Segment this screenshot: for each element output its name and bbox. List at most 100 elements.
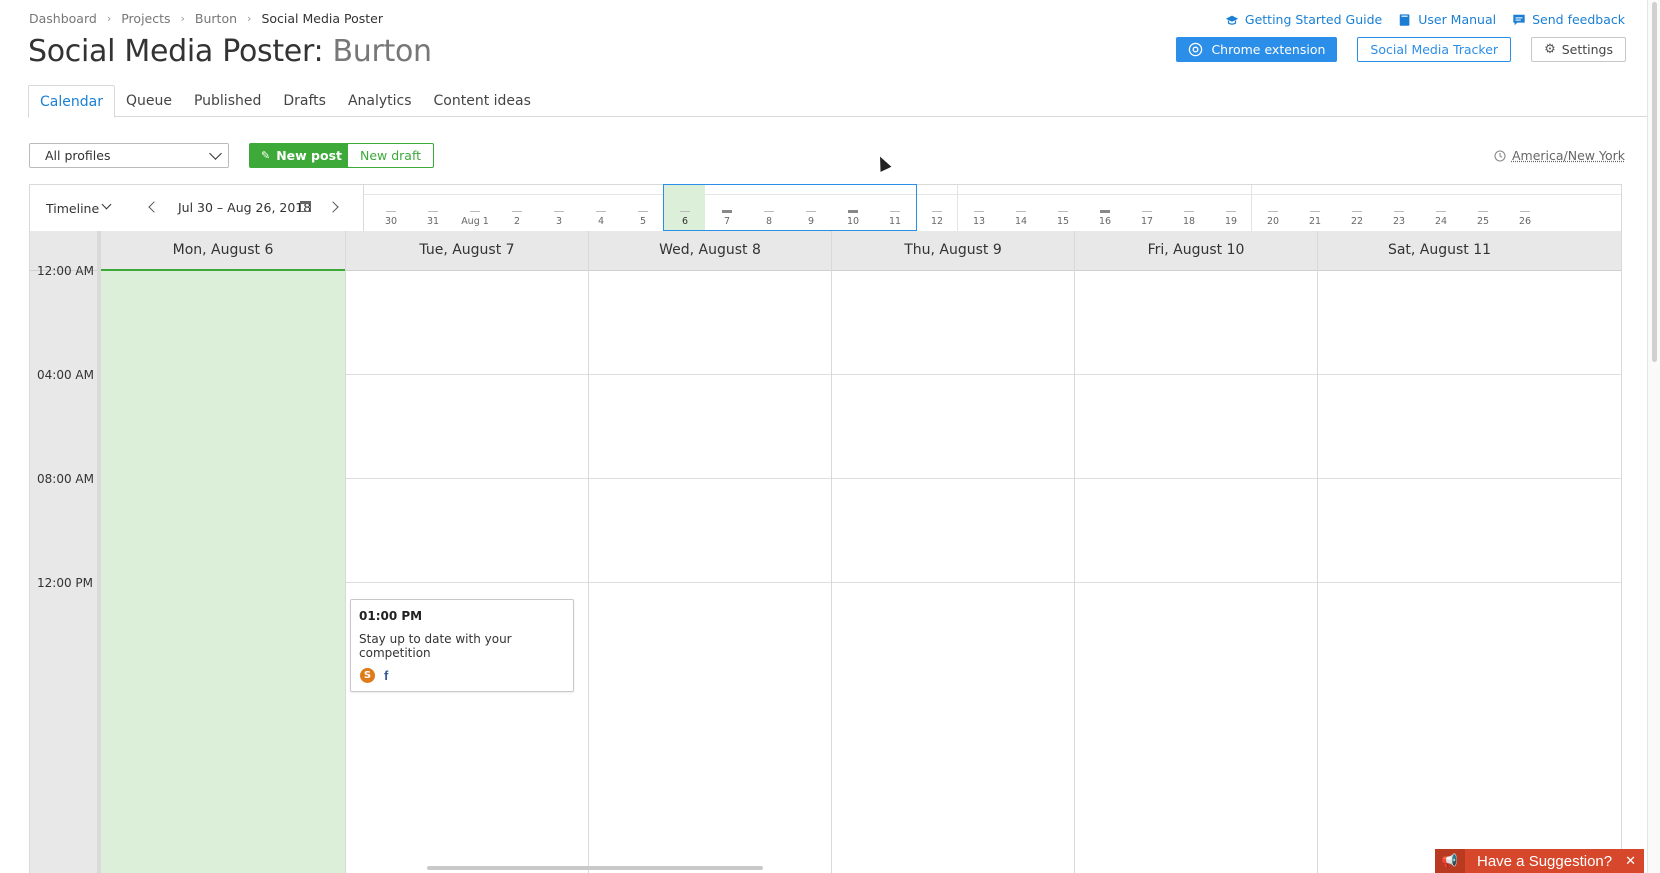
- timeline-day[interactable]: 30: [370, 185, 412, 231]
- tab-content-ideas[interactable]: Content ideas: [423, 85, 542, 117]
- profiles-select[interactable]: All profiles: [29, 143, 229, 168]
- tab-calendar[interactable]: Calendar: [28, 85, 115, 118]
- prev-range-arrow-icon[interactable]: [148, 201, 160, 213]
- new-post-button[interactable]: ✎ New post: [249, 143, 355, 168]
- timeline-day[interactable]: 31: [412, 185, 454, 231]
- timeline-day-label: 13: [972, 216, 986, 227]
- timeline-day[interactable]: 3: [538, 185, 580, 231]
- day-column-mon[interactable]: Mon, August 6: [100, 231, 345, 873]
- suggestion-widget[interactable]: 📢 Have a Suggestion? ✕: [1435, 849, 1644, 873]
- day-body[interactable]: [1075, 271, 1317, 873]
- tab-analytics[interactable]: Analytics: [337, 85, 423, 117]
- post-count-marker: [1478, 211, 1488, 212]
- hour-line: [1075, 478, 1317, 479]
- pencil-icon: ✎: [261, 149, 271, 162]
- getting-started-link[interactable]: Getting Started Guide: [1225, 12, 1382, 27]
- timeline-day[interactable]: 22: [1336, 185, 1378, 231]
- hour-line: [832, 374, 1074, 375]
- day-body[interactable]: [1318, 271, 1621, 873]
- breadcrumb-project[interactable]: Burton: [195, 11, 237, 26]
- timeline-day[interactable]: 16: [1084, 185, 1126, 231]
- timeline-day-label: 22: [1350, 216, 1364, 227]
- social-media-tracker-button[interactable]: Social Media Tracker: [1357, 37, 1512, 62]
- new-draft-button[interactable]: New draft: [347, 143, 435, 168]
- hour-line: [589, 582, 831, 583]
- day-header: Fri, August 10: [1075, 231, 1317, 271]
- timeline-day[interactable]: 5: [622, 185, 664, 231]
- timeline-day-label: 21: [1308, 216, 1322, 227]
- day-column-wed[interactable]: Wed, August 8: [588, 231, 831, 873]
- tab-drafts[interactable]: Drafts: [272, 85, 337, 117]
- timeline-day[interactable]: 26: [1504, 185, 1546, 231]
- view-mode-dropdown[interactable]: Timeline: [46, 201, 99, 216]
- timeline-day[interactable]: 13: [958, 185, 1000, 231]
- scheduled-post-card[interactable]: 01:00 PM Stay up to date with your compe…: [350, 599, 574, 692]
- timeline-day-label: 26: [1518, 216, 1532, 227]
- horizontal-scrollbar[interactable]: [427, 866, 763, 870]
- timeline-day[interactable]: 18: [1168, 185, 1210, 231]
- chevron-down-icon: [209, 147, 222, 160]
- send-feedback-label: Send feedback: [1532, 12, 1625, 27]
- timeline-day[interactable]: 4: [580, 185, 622, 231]
- timeline-day[interactable]: 24: [1420, 185, 1462, 231]
- timeline-day-label: 30: [384, 216, 398, 227]
- calendar-icon[interactable]: [300, 201, 311, 212]
- next-range-arrow-icon[interactable]: [327, 201, 339, 213]
- timeline-day[interactable]: 17: [1126, 185, 1168, 231]
- page-title-main: Social Media Poster:: [28, 34, 324, 69]
- tab-queue[interactable]: Queue: [115, 85, 183, 117]
- post-count-marker: [428, 211, 438, 212]
- day-header: Sat, August 11: [1318, 231, 1561, 271]
- post-count-marker: [554, 211, 564, 212]
- day-column-fri[interactable]: Fri, August 10: [1074, 231, 1317, 873]
- day-header: Thu, August 9: [832, 231, 1074, 271]
- day-column-sat[interactable]: Sat, August 11: [1317, 231, 1621, 873]
- timeline-day[interactable]: 15: [1042, 185, 1084, 231]
- timeline-day[interactable]: 25: [1462, 185, 1504, 231]
- hour-line: [1318, 374, 1621, 375]
- timeline-day-label: 14: [1014, 216, 1028, 227]
- graduation-cap-icon: [1225, 15, 1239, 25]
- timezone-link[interactable]: America/New York: [1494, 148, 1625, 163]
- vertical-scrollbar[interactable]: [1647, 0, 1660, 873]
- social-media-tracker-label: Social Media Tracker: [1370, 42, 1499, 57]
- timeline-day[interactable]: 14: [1000, 185, 1042, 231]
- user-manual-link[interactable]: User Manual: [1398, 12, 1496, 27]
- timeline-day-label: 16: [1098, 216, 1112, 227]
- breadcrumb-dashboard[interactable]: Dashboard: [29, 11, 97, 26]
- timeline-day[interactable]: 19: [1210, 185, 1252, 231]
- time-label: 04:00 AM: [37, 368, 94, 382]
- timeline-days: 30 31 Aug 1 2 3 4 5 6 7 8 9 10 11 12 13 14 15 16 17 18 19 20 2…: [364, 184, 1621, 231]
- timeline-day[interactable]: 2: [496, 185, 538, 231]
- post-count-marker: [470, 211, 480, 212]
- scrollbar-thumb[interactable]: [1652, 2, 1657, 362]
- hour-line: [589, 374, 831, 375]
- timeline-day[interactable]: 23: [1378, 185, 1420, 231]
- close-icon[interactable]: ✕: [1625, 853, 1636, 869]
- settings-label: Settings: [1561, 42, 1613, 57]
- timeline-day[interactable]: 12: [916, 185, 958, 231]
- settings-button[interactable]: ⚙ Settings: [1531, 37, 1626, 62]
- time-label: 08:00 AM: [37, 472, 94, 486]
- day-body[interactable]: [101, 271, 345, 873]
- day-body[interactable]: [589, 271, 831, 873]
- tab-published[interactable]: Published: [183, 85, 272, 117]
- timeline-day[interactable]: Aug 1: [454, 185, 496, 231]
- timeline-day-label: 12: [930, 216, 944, 227]
- megaphone-icon: 📢: [1435, 849, 1465, 873]
- send-feedback-link[interactable]: Send feedback: [1512, 12, 1625, 27]
- day-body[interactable]: [346, 271, 588, 873]
- selected-week-range[interactable]: [663, 184, 917, 231]
- chrome-extension-button[interactable]: Chrome extension: [1176, 37, 1338, 62]
- post-count-marker: [638, 211, 648, 212]
- date-range-label: Jul 30 – Aug 26, 2018: [178, 200, 312, 215]
- day-body[interactable]: [832, 271, 1074, 873]
- page-title-project: Burton: [332, 34, 433, 69]
- breadcrumb-projects[interactable]: Projects: [121, 11, 170, 26]
- timeline-day[interactable]: 20: [1252, 185, 1294, 231]
- timeline-day[interactable]: 21: [1294, 185, 1336, 231]
- post-count-marker: [1520, 211, 1530, 212]
- day-column-tue[interactable]: Tue, August 7 01:00 PM Stay up to date w…: [345, 231, 588, 873]
- day-column-thu[interactable]: Thu, August 9: [831, 231, 1074, 873]
- timeline-day-label: 2: [513, 216, 521, 227]
